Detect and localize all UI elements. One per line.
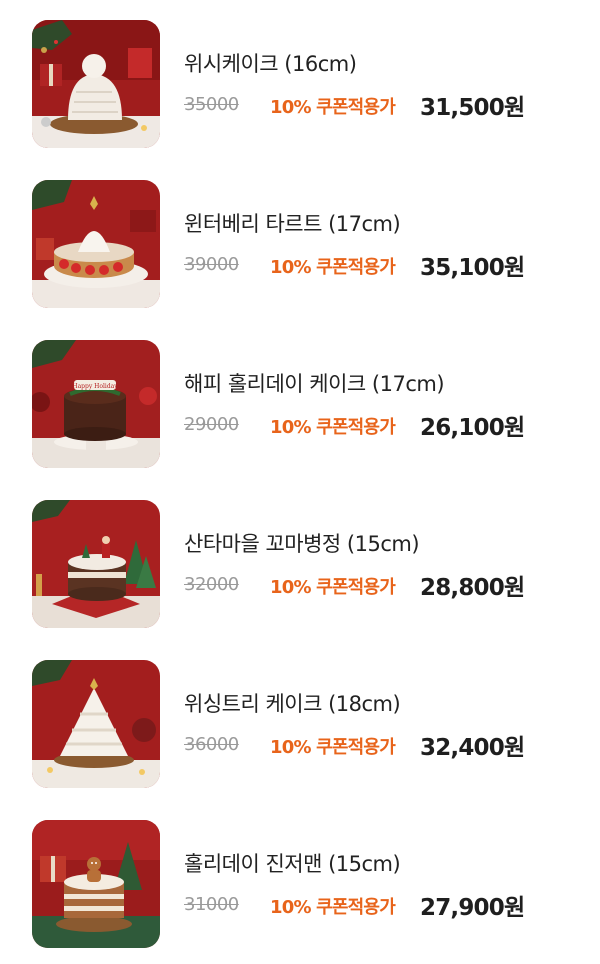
product-thumbnail[interactable] — [32, 660, 160, 788]
product-name[interactable]: 위시케이크 (16cm) — [184, 48, 357, 78]
original-price: 32000 — [184, 574, 239, 595]
price-row: 39000 10% 쿠폰적용가 35,100원 — [184, 246, 584, 281]
cake-topper-text: Happy Holiday — [72, 383, 118, 390]
product-thumbnail[interactable] — [32, 820, 160, 948]
product-list: 위시케이크 (16cm) 35000 10% 쿠폰적용가 31,500원 윈터베… — [0, 0, 600, 964]
original-price: 35000 — [184, 94, 239, 115]
wishing-tree-cake-image — [32, 660, 160, 788]
price-row: 29000 10% 쿠폰적용가 26,100원 — [184, 406, 584, 441]
price-row: 35000 10% 쿠폰적용가 31,500원 — [184, 86, 584, 121]
product-name[interactable]: 해피 홀리데이 케이크 (17cm) — [184, 368, 445, 398]
price-row: 36000 10% 쿠폰적용가 32,400원 — [184, 726, 584, 761]
price-row: 31000 10% 쿠폰적용가 27,900원 — [184, 886, 584, 921]
coupon-label: 10% 쿠폰적용가 — [270, 417, 396, 438]
product-thumbnail[interactable] — [32, 500, 160, 628]
original-price: 39000 — [184, 254, 239, 275]
product-item[interactable]: 산타마을 꼬마병정 (15cm) 32000 10% 쿠폰적용가 28,800원 — [0, 500, 600, 640]
product-name[interactable]: 홀리데이 진저맨 (15cm) — [184, 848, 401, 878]
final-price: 28,800원 — [420, 575, 525, 601]
product-name[interactable]: 윈터베리 타르트 (17cm) — [184, 208, 401, 238]
final-price: 27,900원 — [420, 895, 525, 921]
final-price: 26,100원 — [420, 415, 525, 441]
holiday-gingerman-cake-image — [32, 820, 160, 948]
final-price: 31,500원 — [420, 95, 525, 121]
wish-cake-image — [32, 20, 160, 148]
santa-village-cake-image — [32, 500, 160, 628]
product-name[interactable]: 위싱트리 케이크 (18cm) — [184, 688, 401, 718]
product-thumbnail[interactable] — [32, 20, 160, 148]
product-item[interactable]: 위싱트리 케이크 (18cm) 36000 10% 쿠폰적용가 32,400원 — [0, 660, 600, 800]
original-price: 36000 — [184, 734, 239, 755]
coupon-label: 10% 쿠폰적용가 — [270, 737, 396, 758]
coupon-label: 10% 쿠폰적용가 — [270, 577, 396, 598]
price-row: 32000 10% 쿠폰적용가 28,800원 — [184, 566, 584, 601]
product-name[interactable]: 산타마을 꼬마병정 (15cm) — [184, 528, 420, 558]
original-price: 31000 — [184, 894, 239, 915]
coupon-label: 10% 쿠폰적용가 — [270, 97, 396, 118]
winterberry-tart-image — [32, 180, 160, 308]
product-item[interactable]: 홀리데이 진저맨 (15cm) 31000 10% 쿠폰적용가 27,900원 — [0, 820, 600, 960]
final-price: 35,100원 — [420, 255, 525, 281]
final-price: 32,400원 — [420, 735, 525, 761]
product-thumbnail[interactable]: Happy Holiday — [32, 340, 160, 468]
product-item[interactable]: 위시케이크 (16cm) 35000 10% 쿠폰적용가 31,500원 — [0, 20, 600, 160]
coupon-label: 10% 쿠폰적용가 — [270, 897, 396, 918]
product-item[interactable]: Happy Holiday 해피 홀리데이 케이크 (17cm) 29000 1… — [0, 340, 600, 480]
coupon-label: 10% 쿠폰적용가 — [270, 257, 396, 278]
original-price: 29000 — [184, 414, 239, 435]
product-thumbnail[interactable] — [32, 180, 160, 308]
happy-holiday-cake-image: Happy Holiday — [32, 340, 160, 468]
product-item[interactable]: 윈터베리 타르트 (17cm) 39000 10% 쿠폰적용가 35,100원 — [0, 180, 600, 320]
